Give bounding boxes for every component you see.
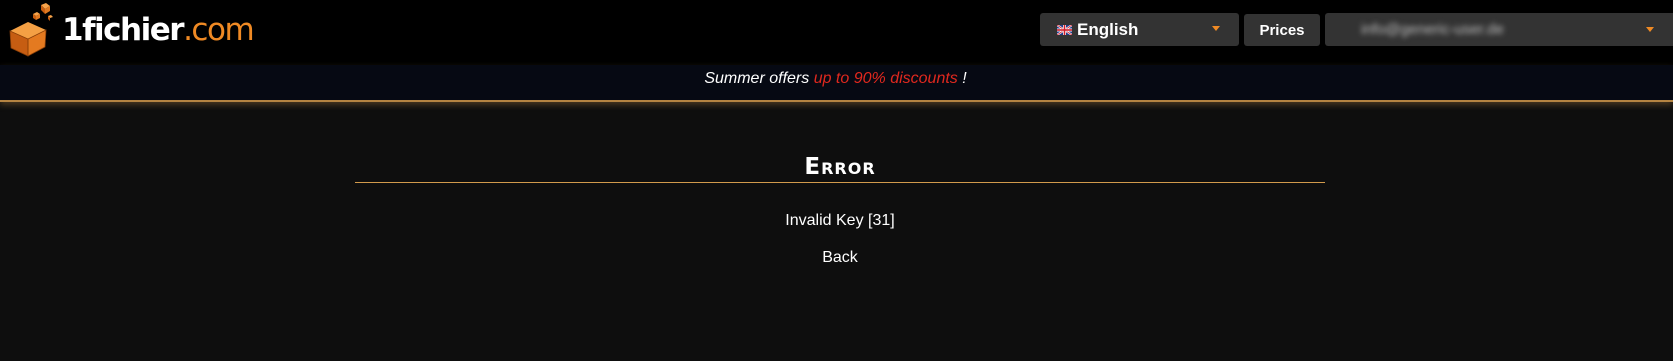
uk-flag-icon <box>1057 24 1072 35</box>
promo-highlight[interactable]: up to 90% discounts <box>814 70 958 87</box>
page-title: Error <box>804 154 876 180</box>
logo-text-tld: .com <box>183 11 255 48</box>
promo-text-after: ! <box>957 70 967 87</box>
promo-text[interactable]: Summer offers up to 90% discounts ! <box>704 70 966 88</box>
language-select[interactable]: English <box>1040 13 1239 46</box>
back-link[interactable]: Back <box>822 249 858 266</box>
top-header: 1fichier.com English Prices info@generic… <box>0 0 1673 65</box>
promo-banner: Summer offers up to 90% discounts ! <box>0 65 1673 102</box>
back-link-container: Back <box>0 249 1673 267</box>
promo-text-before: Summer offers <box>704 70 814 87</box>
error-message: Invalid Key [31] <box>785 212 895 229</box>
account-select[interactable]: info@generic-user.de <box>1325 13 1673 46</box>
chevron-down-icon <box>1212 26 1220 31</box>
main-content: Error Invalid Key [31] Back <box>0 102 1673 361</box>
chevron-down-icon <box>1646 27 1654 32</box>
logo-text-main: 1fichier <box>62 11 185 48</box>
account-email: info@generic-user.de <box>1361 21 1504 38</box>
prices-button[interactable]: Prices <box>1244 14 1320 46</box>
logo-wordmark: 1fichier.com <box>62 11 255 48</box>
language-label: English <box>1077 19 1139 39</box>
cube-logo-icon <box>9 3 53 57</box>
title-divider <box>355 182 1325 183</box>
site-logo[interactable]: 1fichier.com <box>4 0 255 60</box>
